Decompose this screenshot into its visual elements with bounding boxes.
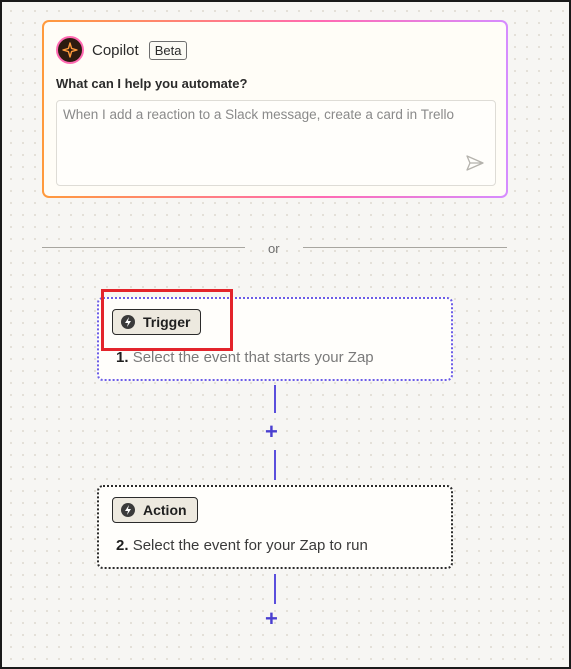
send-icon[interactable] [465, 154, 485, 177]
beta-badge: Beta [148, 40, 188, 60]
action-step-text: Select the event for your Zap to run [132, 537, 368, 554]
sparkle-icon [56, 36, 84, 64]
copilot-prompt-input[interactable]: When I add a reaction to a Slack message… [56, 100, 496, 186]
trigger-step-text: Select the event that starts your Zap [132, 349, 374, 366]
highlight-box [101, 289, 233, 351]
divider-line-left [42, 247, 245, 248]
canvas: Copilot Beta What can I help you automat… [0, 0, 571, 669]
copilot-card: Copilot Beta What can I help you automat… [42, 20, 508, 198]
add-step-icon[interactable]: + [265, 608, 278, 630]
divider-line-right [303, 247, 507, 248]
action-description: 2. Select the event for your Zap to run [116, 537, 368, 554]
bolt-icon [121, 503, 135, 517]
copilot-header: Copilot Beta [56, 36, 188, 64]
connector-line [274, 385, 276, 413]
trigger-description: 1. Select the event that starts your Zap [116, 349, 374, 366]
action-step-number: 2. [116, 537, 129, 554]
action-chip-label: Action [143, 502, 187, 518]
add-step-icon[interactable]: + [265, 421, 278, 443]
copilot-question: What can I help you automate? [56, 76, 248, 91]
action-chip[interactable]: Action [112, 497, 198, 523]
copilot-title: Copilot [92, 41, 139, 59]
prompt-placeholder: When I add a reaction to a Slack message… [63, 107, 454, 122]
divider-or-label: or [268, 241, 280, 256]
action-step-card[interactable]: Action 2. Select the event for your Zap … [97, 485, 453, 569]
connector-line [274, 450, 276, 480]
connector-line [274, 574, 276, 604]
trigger-step-number: 1. [116, 349, 129, 366]
